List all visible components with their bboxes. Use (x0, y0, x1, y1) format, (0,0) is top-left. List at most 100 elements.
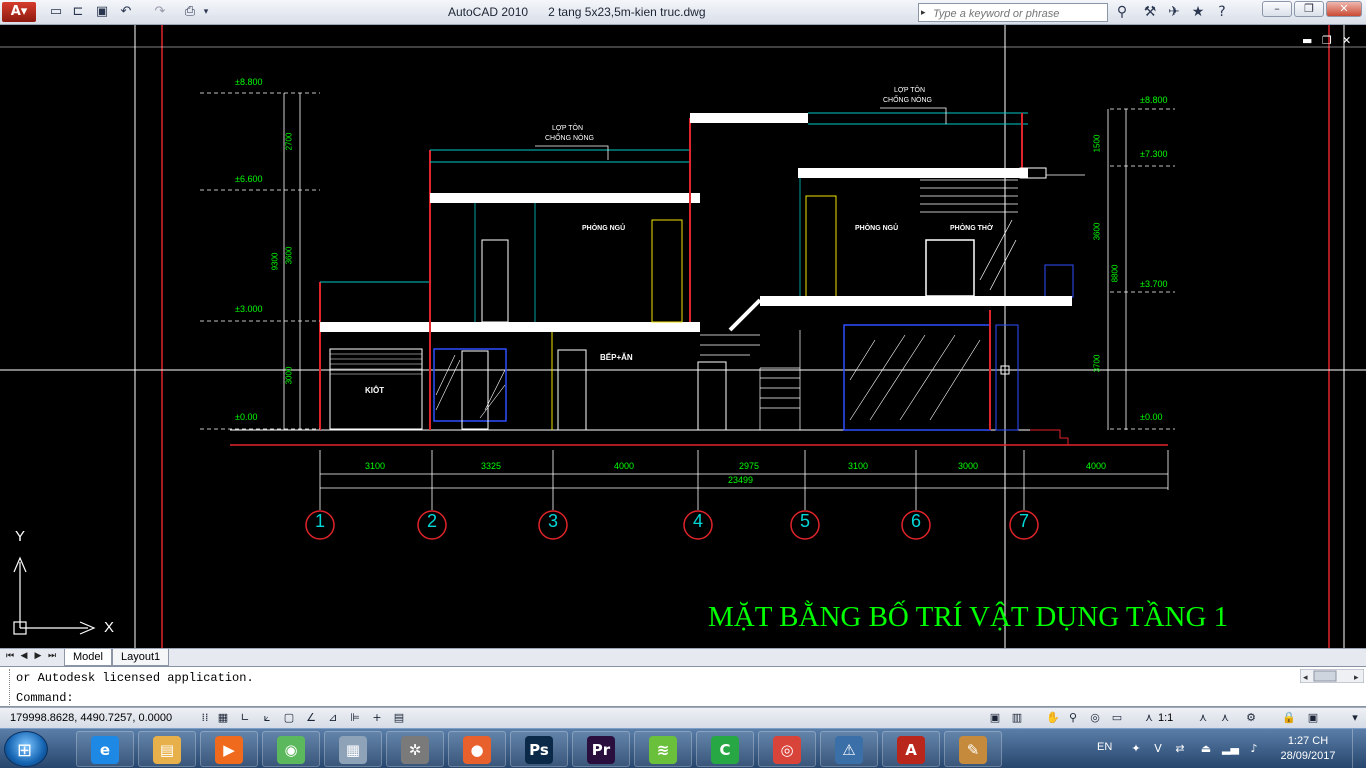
model-space-icon[interactable]: ▣ (986, 710, 1004, 726)
quick-access-dropdown-icon[interactable]: ▾ (200, 3, 212, 21)
polar-tracking-icon[interactable]: ⟀ (258, 710, 276, 726)
roof-note-right-2: CHỐNG NÓNG (883, 97, 932, 104)
annotation-scale-value[interactable]: 1:1 (1158, 712, 1173, 724)
infocenter-search[interactable]: ▸ (918, 3, 1108, 23)
communication-center-icon[interactable]: ✈ (1164, 3, 1184, 21)
taskbar-app-internet-explorer[interactable]: e (76, 731, 134, 767)
title-bar: A▾ ▭ ⊏ ▣ ↶ ↷ ⎙ ▾ AutoCAD 2010 2 tang 5x2… (0, 0, 1366, 25)
level-left-000: ±0.00 (235, 412, 258, 422)
new-file-icon[interactable]: ▭ (46, 3, 66, 21)
clean-screen-icon[interactable]: ▣ (1304, 710, 1322, 726)
command-line-window[interactable]: or Autodesk licensed application. Comman… (0, 666, 1366, 707)
status-bar: 179998.8628, 4490.7257, 0.0000 ⁞⁞ ▦ ∟ ⟀ … (0, 707, 1366, 728)
viewport-restore-icon[interactable]: ❐ (1322, 34, 1332, 47)
taskbar-app-premiere[interactable]: Pr (572, 731, 630, 767)
v-app-icon[interactable]: V (1150, 741, 1166, 757)
show-desktop-button[interactable] (1352, 729, 1366, 768)
volume-icon[interactable]: ♪ (1246, 741, 1262, 757)
next-tab-icon[interactable]: ▶ (32, 651, 44, 664)
search-expand-icon[interactable]: ▸ (921, 7, 926, 18)
network-share-icon[interactable]: ⇄ (1172, 741, 1188, 757)
last-tab-icon[interactable]: ⏭ (46, 651, 58, 664)
status-bar-menu-icon[interactable]: ▾ (1346, 710, 1364, 726)
taskbar-app-firefox[interactable]: ● (448, 731, 506, 767)
quick-properties-icon[interactable]: ▤ (390, 710, 408, 726)
grid-axis-5: 5 (799, 511, 810, 531)
first-tab-icon[interactable]: ⏮ (4, 651, 16, 664)
minimize-button[interactable]: – (1262, 1, 1292, 17)
undo-icon[interactable]: ↶ (116, 3, 136, 21)
taskbar-app-wifi[interactable]: ≋ (634, 731, 692, 767)
lock-icon[interactable]: 🔒 (1280, 710, 1298, 726)
autocad-icon: A (897, 736, 925, 764)
annotation-visibility-icon[interactable]: ⋏ (1194, 710, 1212, 726)
unikey-icon[interactable]: ✦ (1128, 741, 1144, 757)
help-icon[interactable]: ? (1212, 3, 1232, 21)
taskbar-app-coc-coc[interactable]: ◉ (262, 731, 320, 767)
dynamic-ucs-icon[interactable]: ⊿ (324, 710, 342, 726)
windows-taskbar: ⊞ e ▤ ▶ ◉ ▦ ✲ ● Ps Pr ≋ C ◎ ⚠ A ✎ EN ✦ V ⇄ ⏏ ▂▄ ♪ 1:27… (0, 728, 1366, 768)
taskbar-app-media-player[interactable]: ▶ (200, 731, 258, 767)
taskbar-app-chrome[interactable]: ◎ (758, 731, 816, 767)
firefox-icon: ● (463, 736, 491, 764)
restore-button[interactable]: ❐ (1294, 1, 1324, 17)
layout-space-icon[interactable]: ▥ (1008, 710, 1026, 726)
zoom-icon[interactable]: ⚲ (1064, 710, 1082, 726)
grid-display-icon[interactable]: ▦ (214, 710, 232, 726)
command-prompt[interactable]: Command: (16, 691, 74, 705)
application-menu-button[interactable]: A▾ (2, 2, 36, 22)
chrome-icon: ◎ (773, 736, 801, 764)
snap-mode-icon[interactable]: ⁞⁞ (196, 710, 214, 726)
taskbar-app-warning-app[interactable]: ⚠ (820, 731, 878, 767)
signal-icon[interactable]: ▂▄ (1222, 741, 1239, 757)
subscription-center-icon[interactable]: ⚒ (1140, 3, 1160, 21)
taskbar-app-camtasia[interactable]: C (696, 731, 754, 767)
dim-right-1500: 1500 (1092, 134, 1102, 153)
close-button[interactable]: ✕ (1326, 1, 1362, 17)
taskbar-clock[interactable]: 1:27 CH 28/09/2017 (1276, 734, 1340, 764)
dim-total-width: 23499 (728, 475, 754, 485)
steering-wheel-icon[interactable]: ◎ (1086, 710, 1104, 726)
start-button[interactable]: ⊞ (4, 731, 48, 767)
tab-model[interactable]: Model (64, 649, 112, 666)
save-icon[interactable]: ▣ (92, 3, 112, 21)
grid-axis-2: 2 (426, 511, 437, 531)
object-snap-tracking-icon[interactable]: ∠ (302, 710, 320, 726)
showmotion-icon[interactable]: ▭ (1108, 710, 1126, 726)
binoculars-search-icon[interactable]: ⚲ (1112, 3, 1132, 21)
taskbar-app-calculator[interactable]: ▦ (324, 731, 382, 767)
tab-layout1[interactable]: Layout1 (112, 649, 170, 666)
dynamic-input-icon[interactable]: ⊫ (346, 710, 364, 726)
object-snap-icon[interactable]: ▢ (280, 710, 298, 726)
input-language[interactable]: EN (1097, 741, 1112, 753)
lineweight-icon[interactable]: + (368, 710, 386, 726)
previous-tab-icon[interactable]: ◀ (18, 651, 30, 664)
viewport-close-icon[interactable]: ✕ (1342, 34, 1351, 47)
command-line-grip[interactable] (2, 669, 10, 705)
open-file-icon[interactable]: ⊏ (68, 3, 88, 21)
viewport-minimize-icon[interactable]: ▬ (1302, 34, 1312, 47)
search-input[interactable] (919, 5, 1107, 23)
taskbar-app-paint[interactable]: ✎ (944, 731, 1002, 767)
workspace-switching-icon[interactable]: ⚙ (1242, 710, 1260, 726)
auto-scale-icon[interactable]: ⋏ (1216, 710, 1234, 726)
cursor-coordinates[interactable]: 179998.8628, 4490.7257, 0.0000 (10, 712, 172, 724)
favorites-star-icon[interactable]: ★ (1188, 3, 1208, 21)
taskbar-app-file-explorer[interactable]: ▤ (138, 731, 196, 767)
redo-icon[interactable]: ↷ (150, 3, 170, 21)
dim-left-3600: 3600 (284, 246, 294, 265)
taskbar-app-settings-gear[interactable]: ✲ (386, 731, 444, 767)
pan-icon[interactable]: ✋ (1044, 710, 1062, 726)
dim-bay-6: 3000 (958, 461, 979, 471)
usb-icon[interactable]: ⏏ (1198, 741, 1214, 757)
room-label-phong-ngu-left: PHÒNG NGỦ (582, 225, 626, 232)
taskbar-app-autocad[interactable]: A (882, 731, 940, 767)
ortho-mode-icon[interactable]: ∟ (236, 710, 254, 726)
level-left-6600: ±6.600 (235, 174, 263, 184)
annotation-scale-icon[interactable]: ⋏ (1140, 710, 1158, 726)
dim-right-3700: 3700 (1092, 354, 1102, 373)
command-line-scrollbar[interactable]: ◂ ▸ (1299, 668, 1365, 684)
taskbar-app-photoshop[interactable]: Ps (510, 731, 568, 767)
drawing-area[interactable]: KIÔT BẾP+ĂN PHÒNG NGỦ PHÒNG NGỦ PHÒNG TH… (0, 25, 1366, 648)
plot-icon[interactable]: ⎙ (180, 3, 200, 21)
